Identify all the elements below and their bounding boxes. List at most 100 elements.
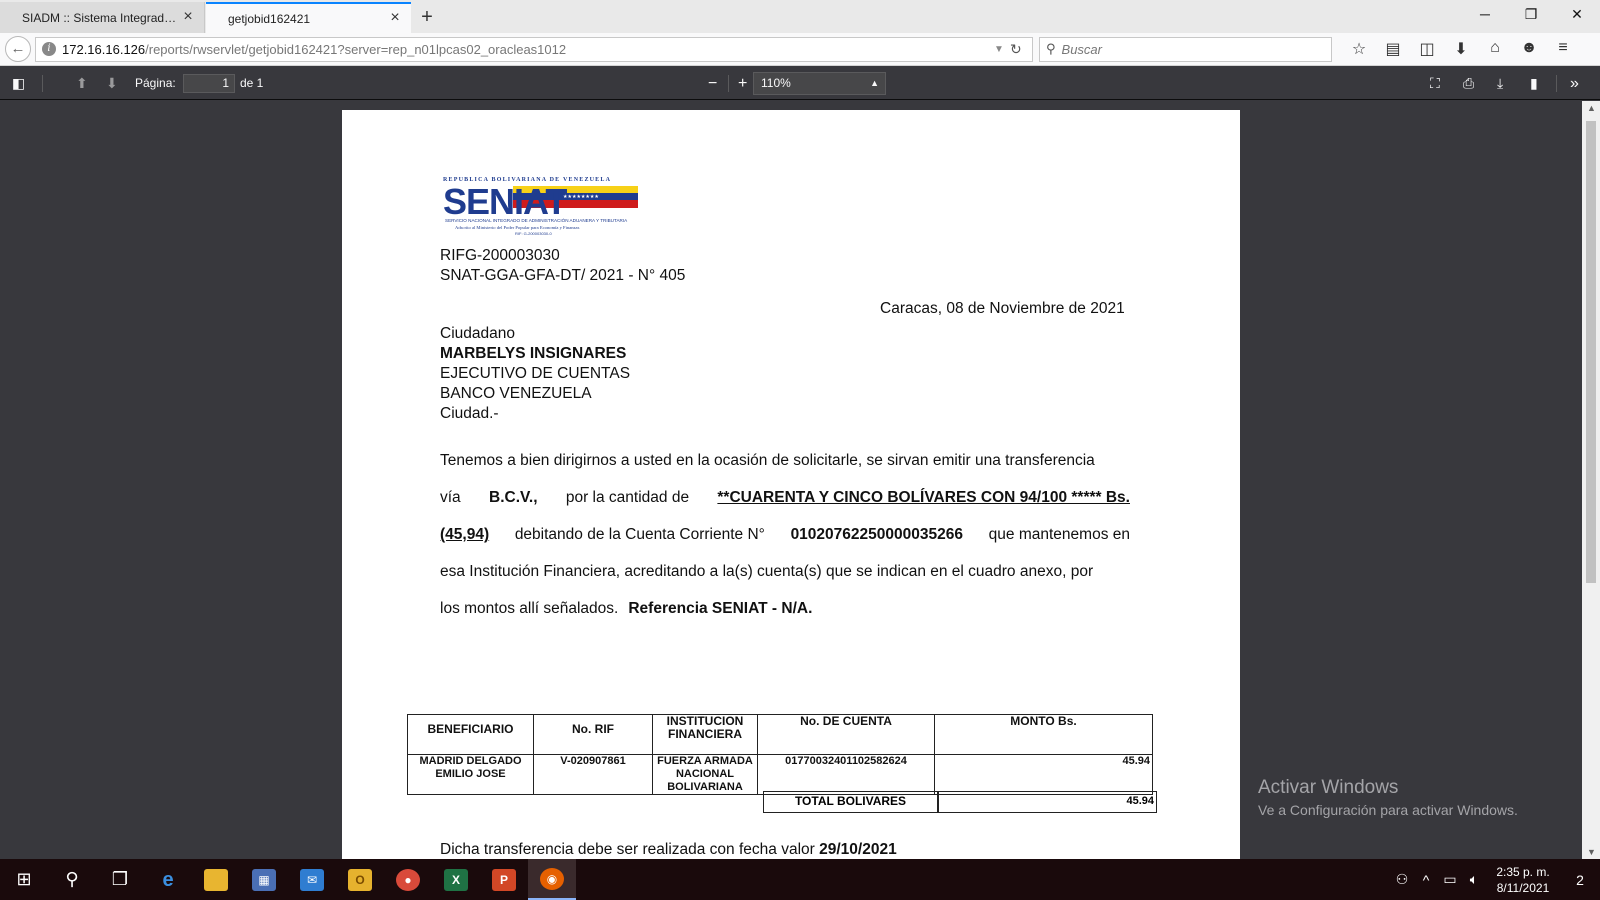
seniat-reference: Referencia SENIAT - N/A. — [628, 600, 813, 617]
reference-line: SNAT-GGA-GFA-DT/ 2021 - N° 405 — [440, 267, 686, 284]
beneficiary-table: BENEFICIARIO No. RIF INSTITUCION FINANCI… — [407, 714, 1153, 795]
page-number-input[interactable]: 1 — [183, 74, 235, 93]
print-icon[interactable]: ⎙ — [1463, 67, 1474, 100]
toolbar-separator — [42, 75, 43, 92]
chrome-icon[interactable]: ● — [384, 859, 432, 900]
toolbar-icons: ☆ ▤ ◫ ⬇ ⌂ ☻ ≡ — [1342, 39, 1580, 59]
nav-bar: ← i 172.16.16.126 /reports/rwservlet/get… — [0, 33, 1600, 66]
edge-icon[interactable]: e — [144, 859, 192, 900]
outlook-icon[interactable]: O — [336, 859, 384, 900]
task-view-icon[interactable]: ❐ — [96, 859, 144, 900]
body-line: vía B.C.V., por la cantidad de **CUARENT… — [440, 487, 1130, 509]
chevron-down-icon: ▲ — [870, 78, 879, 88]
people-icon[interactable]: ⚇ — [1390, 871, 1414, 888]
body-line: los montos allí señalados. Referencia SE… — [440, 598, 1130, 620]
tools-menu-icon[interactable]: » — [1570, 67, 1579, 100]
activation-watermark: Activar Windows Ve a Configuración para … — [1258, 776, 1518, 820]
close-window-icon[interactable]: ✕ — [1554, 0, 1600, 30]
cell-rif: V-020907861 — [533, 754, 653, 795]
body-text: debitando de la Cuenta Corriente N° — [514, 526, 765, 543]
search-input[interactable]: ⚲ Buscar — [1039, 36, 1332, 62]
amount-number: (45,94) — [440, 526, 490, 543]
menu-icon[interactable]: ≡ — [1546, 39, 1580, 59]
clock[interactable]: 2:35 p. m. 8/11/2021 — [1486, 864, 1560, 896]
bookmark-star-icon[interactable]: ☆ — [1342, 39, 1376, 59]
reload-icon[interactable]: ↻ — [1010, 41, 1032, 58]
mail-icon[interactable]: ✉ — [288, 859, 336, 900]
table-header: No. RIF — [533, 714, 653, 755]
cell-cuenta: 01770032401102582624 — [757, 754, 935, 795]
restore-icon[interactable]: ❐ — [1508, 0, 1554, 30]
vertical-scrollbar[interactable]: ▲ ▼ — [1582, 101, 1600, 859]
presentation-mode-icon[interactable]: ⛶ — [1430, 67, 1440, 100]
recipient-title: EJECUTIVO DE CUENTAS — [440, 365, 631, 382]
notifications-icon[interactable]: 2 — [1560, 872, 1600, 888]
file-explorer-icon[interactable] — [192, 859, 240, 900]
volume-icon[interactable]: 🔈︎ — [1462, 871, 1486, 888]
bookmark-icon[interactable]: ▮ — [1530, 67, 1538, 100]
pocket-icon[interactable]: ◫ — [1410, 39, 1444, 59]
tab-getjobid[interactable]: getjobid162421 × — [206, 2, 411, 33]
download-icon[interactable]: ⬇ — [1444, 39, 1478, 59]
minimize-icon[interactable]: ─ — [1462, 0, 1508, 30]
search-icon[interactable]: ⚲ — [48, 859, 96, 900]
powerpoint-icon[interactable]: P — [480, 859, 528, 900]
tab-title: SIADM :: Sistema Integrado de... — [22, 10, 180, 25]
zoom-value: 110% — [761, 76, 791, 90]
zoom-in-button[interactable]: + — [738, 67, 747, 100]
body-text: por la cantidad de — [565, 489, 690, 506]
zoom-select[interactable]: 110% ▲ — [753, 72, 886, 95]
chevron-up-icon[interactable]: ^ — [1414, 872, 1438, 888]
zoom-out-button[interactable]: − — [708, 67, 717, 100]
salutation: Ciudadano — [440, 325, 515, 342]
closing-line: Dicha transferencia debe ser realizada c… — [440, 840, 897, 860]
scroll-up-icon[interactable]: ▲ — [1587, 103, 1596, 113]
recipient-bank: BANCO VENEZUELA — [440, 385, 592, 402]
recipient-name: MARBELYS INSIGNARES — [440, 345, 627, 362]
table-header-row: BENEFICIARIO No. RIF INSTITUCION FINANCI… — [407, 714, 1153, 755]
firefox-icon[interactable]: ◉ — [528, 859, 576, 900]
sidebar-toggle-icon[interactable]: ◧ — [12, 67, 25, 100]
svg-text:Adscrito al Ministerio del Pod: Adscrito al Ministerio del Poder Popular… — [455, 225, 580, 230]
account-number: 01020762250000035266 — [790, 526, 963, 543]
new-tab-button[interactable]: + — [411, 2, 443, 33]
seniat-logo-graphic: REPUBLICA BOLIVARIANA DE VENEZUELA ★★★★★… — [443, 177, 638, 236]
body-text: vía — [440, 489, 461, 506]
toolbar-separator — [1556, 75, 1557, 92]
body-line: (45,94) debitando de la Cuenta Corriente… — [440, 524, 1130, 546]
svg-text:★★★★★★★★: ★★★★★★★★ — [563, 194, 599, 200]
scrollbar-thumb[interactable] — [1586, 121, 1596, 583]
back-arrow-icon[interactable]: ← — [5, 36, 31, 62]
body-line: Tenemos a bien dirigirnos a usted en la … — [440, 450, 1130, 472]
excel-icon[interactable]: X — [432, 859, 480, 900]
close-tab-icon[interactable]: × — [180, 8, 196, 26]
account-icon[interactable]: ☻ — [1512, 39, 1546, 59]
save-icon[interactable]: ⤓ — [1497, 67, 1503, 100]
search-icon: ⚲ — [1046, 41, 1056, 56]
amount-words: **CUARENTA Y CINCO BOLÍVARES CON 94/100 … — [717, 489, 1130, 506]
info-icon[interactable]: i — [42, 42, 56, 56]
cell-monto: 45.94 — [934, 754, 1153, 795]
body-text: Tenemos a bien dirigirnos a usted en la … — [440, 452, 1095, 469]
windows-start-icon[interactable]: ⊞ — [0, 859, 48, 900]
network-icon[interactable]: ▭ — [1438, 871, 1462, 888]
next-page-icon[interactable]: ⬇ — [106, 67, 118, 100]
store-icon[interactable]: ▦ — [240, 859, 288, 900]
tab-siadm[interactable]: SIADM :: Sistema Integrado de... × — [0, 2, 205, 33]
notification-count: 2 — [1576, 871, 1584, 888]
library-icon[interactable]: ▤ — [1376, 39, 1410, 59]
search-placeholder: Buscar — [1061, 41, 1102, 57]
url-bar[interactable]: i 172.16.16.126 /reports/rwservlet/getjo… — [35, 36, 1033, 62]
scroll-down-icon[interactable]: ▼ — [1587, 847, 1596, 857]
previous-page-icon[interactable]: ⬆ — [76, 67, 88, 100]
closing-text: Dicha transferencia debe ser realizada c… — [440, 841, 815, 858]
tab-title: getjobid162421 — [228, 11, 311, 26]
home-icon[interactable]: ⌂ — [1478, 39, 1512, 59]
close-tab-icon[interactable]: × — [387, 9, 403, 27]
page-total: de 1 — [240, 76, 264, 90]
body-line: esa Institución Financiera, acreditando … — [440, 561, 1130, 583]
table-header: BENEFICIARIO — [407, 714, 534, 755]
total-label: TOTAL BOLIVARES — [763, 791, 938, 813]
recipient-city: Ciudad.- — [440, 405, 499, 422]
dropdown-icon[interactable]: ▼ — [994, 44, 1010, 55]
